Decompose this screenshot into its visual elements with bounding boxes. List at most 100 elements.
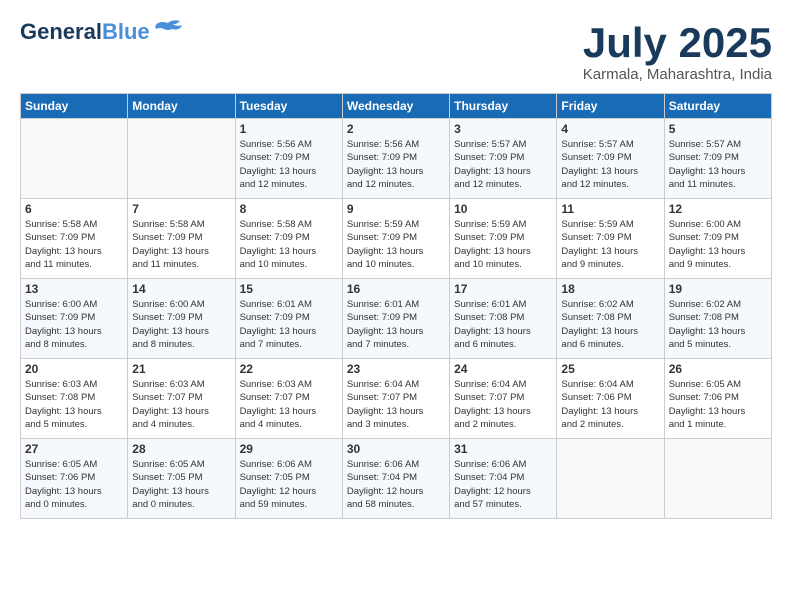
day-info: Sunrise: 6:02 AM Sunset: 7:08 PM Dayligh… xyxy=(669,298,767,351)
month-title: July 2025 xyxy=(583,20,772,66)
day-number: 21 xyxy=(132,362,230,376)
day-info: Sunrise: 5:59 AM Sunset: 7:09 PM Dayligh… xyxy=(454,218,552,271)
day-number: 15 xyxy=(240,282,338,296)
week-row-3: 13 Sunrise: 6:00 AM Sunset: 7:09 PM Dayli… xyxy=(21,279,772,359)
weekday-header-saturday: Saturday xyxy=(664,94,771,119)
day-info: Sunrise: 6:01 AM Sunset: 7:09 PM Dayligh… xyxy=(347,298,445,351)
day-info: Sunrise: 6:05 AM Sunset: 7:06 PM Dayligh… xyxy=(669,378,767,431)
calendar-cell: 25Sunrise: 6:04 AM Sunset: 7:06 PM Dayli… xyxy=(557,359,664,439)
calendar-cell: 11 Sunrise: 5:59 AM Sunset: 7:09 PM Dayli… xyxy=(557,199,664,279)
logo-general: General xyxy=(20,19,102,44)
calendar-cell: 30Sunrise: 6:06 AM Sunset: 7:04 PM Dayli… xyxy=(342,439,449,519)
day-info: Sunrise: 5:58 AM Sunset: 7:09 PM Dayligh… xyxy=(25,218,123,271)
day-number: 17 xyxy=(454,282,552,296)
day-info: Sunrise: 5:57 AM Sunset: 7:09 PM Dayligh… xyxy=(454,138,552,191)
day-info: Sunrise: 6:00 AM Sunset: 7:09 PM Dayligh… xyxy=(132,298,230,351)
day-number: 12 xyxy=(669,202,767,216)
page-header: GeneralBlue July 2025 Karmala, Maharasht… xyxy=(20,20,772,83)
day-number: 16 xyxy=(347,282,445,296)
day-info: Sunrise: 5:56 AM Sunset: 7:09 PM Dayligh… xyxy=(240,138,338,191)
calendar-cell: 5Sunrise: 5:57 AM Sunset: 7:09 PM Daylig… xyxy=(664,119,771,199)
day-number: 4 xyxy=(561,122,659,136)
calendar-cell xyxy=(557,439,664,519)
day-number: 27 xyxy=(25,442,123,456)
calendar-cell: 3 Sunrise: 5:57 AM Sunset: 7:09 PM Daylig… xyxy=(450,119,557,199)
day-number: 6 xyxy=(25,202,123,216)
calendar-cell: 1Sunrise: 5:56 AM Sunset: 7:09 PM Daylig… xyxy=(235,119,342,199)
calendar-cell: 13 Sunrise: 6:00 AM Sunset: 7:09 PM Dayli… xyxy=(21,279,128,359)
day-number: 11 xyxy=(561,202,659,216)
day-number: 25 xyxy=(561,362,659,376)
calendar-cell: 28 Sunrise: 6:05 AM Sunset: 7:05 PM Dayli… xyxy=(128,439,235,519)
calendar-cell: 14 Sunrise: 6:00 AM Sunset: 7:09 PM Dayli… xyxy=(128,279,235,359)
day-info: Sunrise: 6:05 AM Sunset: 7:05 PM Dayligh… xyxy=(132,458,230,511)
day-number: 26 xyxy=(669,362,767,376)
calendar-cell: 17 Sunrise: 6:01 AM Sunset: 7:08 PM Dayli… xyxy=(450,279,557,359)
day-info: Sunrise: 6:04 AM Sunset: 7:07 PM Dayligh… xyxy=(454,378,552,431)
calendar-cell: 31 Sunrise: 6:06 AM Sunset: 7:04 PM Dayli… xyxy=(450,439,557,519)
day-number: 2 xyxy=(347,122,445,136)
day-number: 22 xyxy=(240,362,338,376)
week-row-1: 1Sunrise: 5:56 AM Sunset: 7:09 PM Daylig… xyxy=(21,119,772,199)
calendar-cell: 20Sunrise: 6:03 AM Sunset: 7:08 PM Dayli… xyxy=(21,359,128,439)
day-number: 28 xyxy=(132,442,230,456)
calendar-table: SundayMondayTuesdayWednesdayThursdayFrid… xyxy=(20,93,772,519)
day-number: 13 xyxy=(25,282,123,296)
weekday-header-wednesday: Wednesday xyxy=(342,94,449,119)
day-info: Sunrise: 6:06 AM Sunset: 7:04 PM Dayligh… xyxy=(454,458,552,511)
calendar-cell: 24 Sunrise: 6:04 AM Sunset: 7:07 PM Dayli… xyxy=(450,359,557,439)
weekday-header-tuesday: Tuesday xyxy=(235,94,342,119)
day-info: Sunrise: 6:05 AM Sunset: 7:06 PM Dayligh… xyxy=(25,458,123,511)
day-info: Sunrise: 5:59 AM Sunset: 7:09 PM Dayligh… xyxy=(347,218,445,271)
weekday-header-monday: Monday xyxy=(128,94,235,119)
calendar-cell xyxy=(128,119,235,199)
calendar-cell: 10 Sunrise: 5:59 AM Sunset: 7:09 PM Dayli… xyxy=(450,199,557,279)
week-row-4: 20Sunrise: 6:03 AM Sunset: 7:08 PM Dayli… xyxy=(21,359,772,439)
logo-bird-icon xyxy=(152,19,184,41)
day-number: 3 xyxy=(454,122,552,136)
day-info: Sunrise: 6:04 AM Sunset: 7:07 PM Dayligh… xyxy=(347,378,445,431)
day-info: Sunrise: 5:59 AM Sunset: 7:09 PM Dayligh… xyxy=(561,218,659,271)
calendar-cell: 26 Sunrise: 6:05 AM Sunset: 7:06 PM Dayli… xyxy=(664,359,771,439)
day-info: Sunrise: 5:58 AM Sunset: 7:09 PM Dayligh… xyxy=(240,218,338,271)
day-info: Sunrise: 6:01 AM Sunset: 7:08 PM Dayligh… xyxy=(454,298,552,351)
calendar-cell: 15Sunrise: 6:01 AM Sunset: 7:09 PM Dayli… xyxy=(235,279,342,359)
day-number: 10 xyxy=(454,202,552,216)
calendar-cell xyxy=(21,119,128,199)
calendar-cell: 2 Sunrise: 5:56 AM Sunset: 7:09 PM Daylig… xyxy=(342,119,449,199)
calendar-cell: 12 Sunrise: 6:00 AM Sunset: 7:09 PM Dayli… xyxy=(664,199,771,279)
week-row-2: 6 Sunrise: 5:58 AM Sunset: 7:09 PM Daylig… xyxy=(21,199,772,279)
weekday-header-friday: Friday xyxy=(557,94,664,119)
calendar-cell: 7 Sunrise: 5:58 AM Sunset: 7:09 PM Daylig… xyxy=(128,199,235,279)
title-block: July 2025 Karmala, Maharashtra, India xyxy=(583,20,772,83)
day-info: Sunrise: 6:03 AM Sunset: 7:07 PM Dayligh… xyxy=(132,378,230,431)
day-number: 14 xyxy=(132,282,230,296)
location-text: Karmala, Maharashtra, India xyxy=(583,66,772,83)
day-number: 29 xyxy=(240,442,338,456)
calendar-cell: 27 Sunrise: 6:05 AM Sunset: 7:06 PM Dayli… xyxy=(21,439,128,519)
weekday-header-thursday: Thursday xyxy=(450,94,557,119)
day-info: Sunrise: 6:06 AM Sunset: 7:04 PM Dayligh… xyxy=(347,458,445,511)
day-number: 9 xyxy=(347,202,445,216)
calendar-cell: 6 Sunrise: 5:58 AM Sunset: 7:09 PM Daylig… xyxy=(21,199,128,279)
logo: GeneralBlue xyxy=(20,20,184,44)
day-info: Sunrise: 5:58 AM Sunset: 7:09 PM Dayligh… xyxy=(132,218,230,271)
day-number: 31 xyxy=(454,442,552,456)
logo-blue: Blue xyxy=(102,19,150,44)
calendar-cell xyxy=(664,439,771,519)
day-info: Sunrise: 5:56 AM Sunset: 7:09 PM Dayligh… xyxy=(347,138,445,191)
day-number: 8 xyxy=(240,202,338,216)
week-row-5: 27 Sunrise: 6:05 AM Sunset: 7:06 PM Dayli… xyxy=(21,439,772,519)
day-info: Sunrise: 6:02 AM Sunset: 7:08 PM Dayligh… xyxy=(561,298,659,351)
day-info: Sunrise: 5:57 AM Sunset: 7:09 PM Dayligh… xyxy=(561,138,659,191)
day-number: 7 xyxy=(132,202,230,216)
day-info: Sunrise: 6:03 AM Sunset: 7:07 PM Dayligh… xyxy=(240,378,338,431)
calendar-cell: 22 Sunrise: 6:03 AM Sunset: 7:07 PM Dayli… xyxy=(235,359,342,439)
day-info: Sunrise: 6:00 AM Sunset: 7:09 PM Dayligh… xyxy=(669,218,767,271)
calendar-cell: 29Sunrise: 6:06 AM Sunset: 7:05 PM Dayli… xyxy=(235,439,342,519)
day-info: Sunrise: 6:00 AM Sunset: 7:09 PM Dayligh… xyxy=(25,298,123,351)
calendar-cell: 21 Sunrise: 6:03 AM Sunset: 7:07 PM Dayli… xyxy=(128,359,235,439)
day-number: 19 xyxy=(669,282,767,296)
day-info: Sunrise: 6:03 AM Sunset: 7:08 PM Dayligh… xyxy=(25,378,123,431)
day-number: 24 xyxy=(454,362,552,376)
